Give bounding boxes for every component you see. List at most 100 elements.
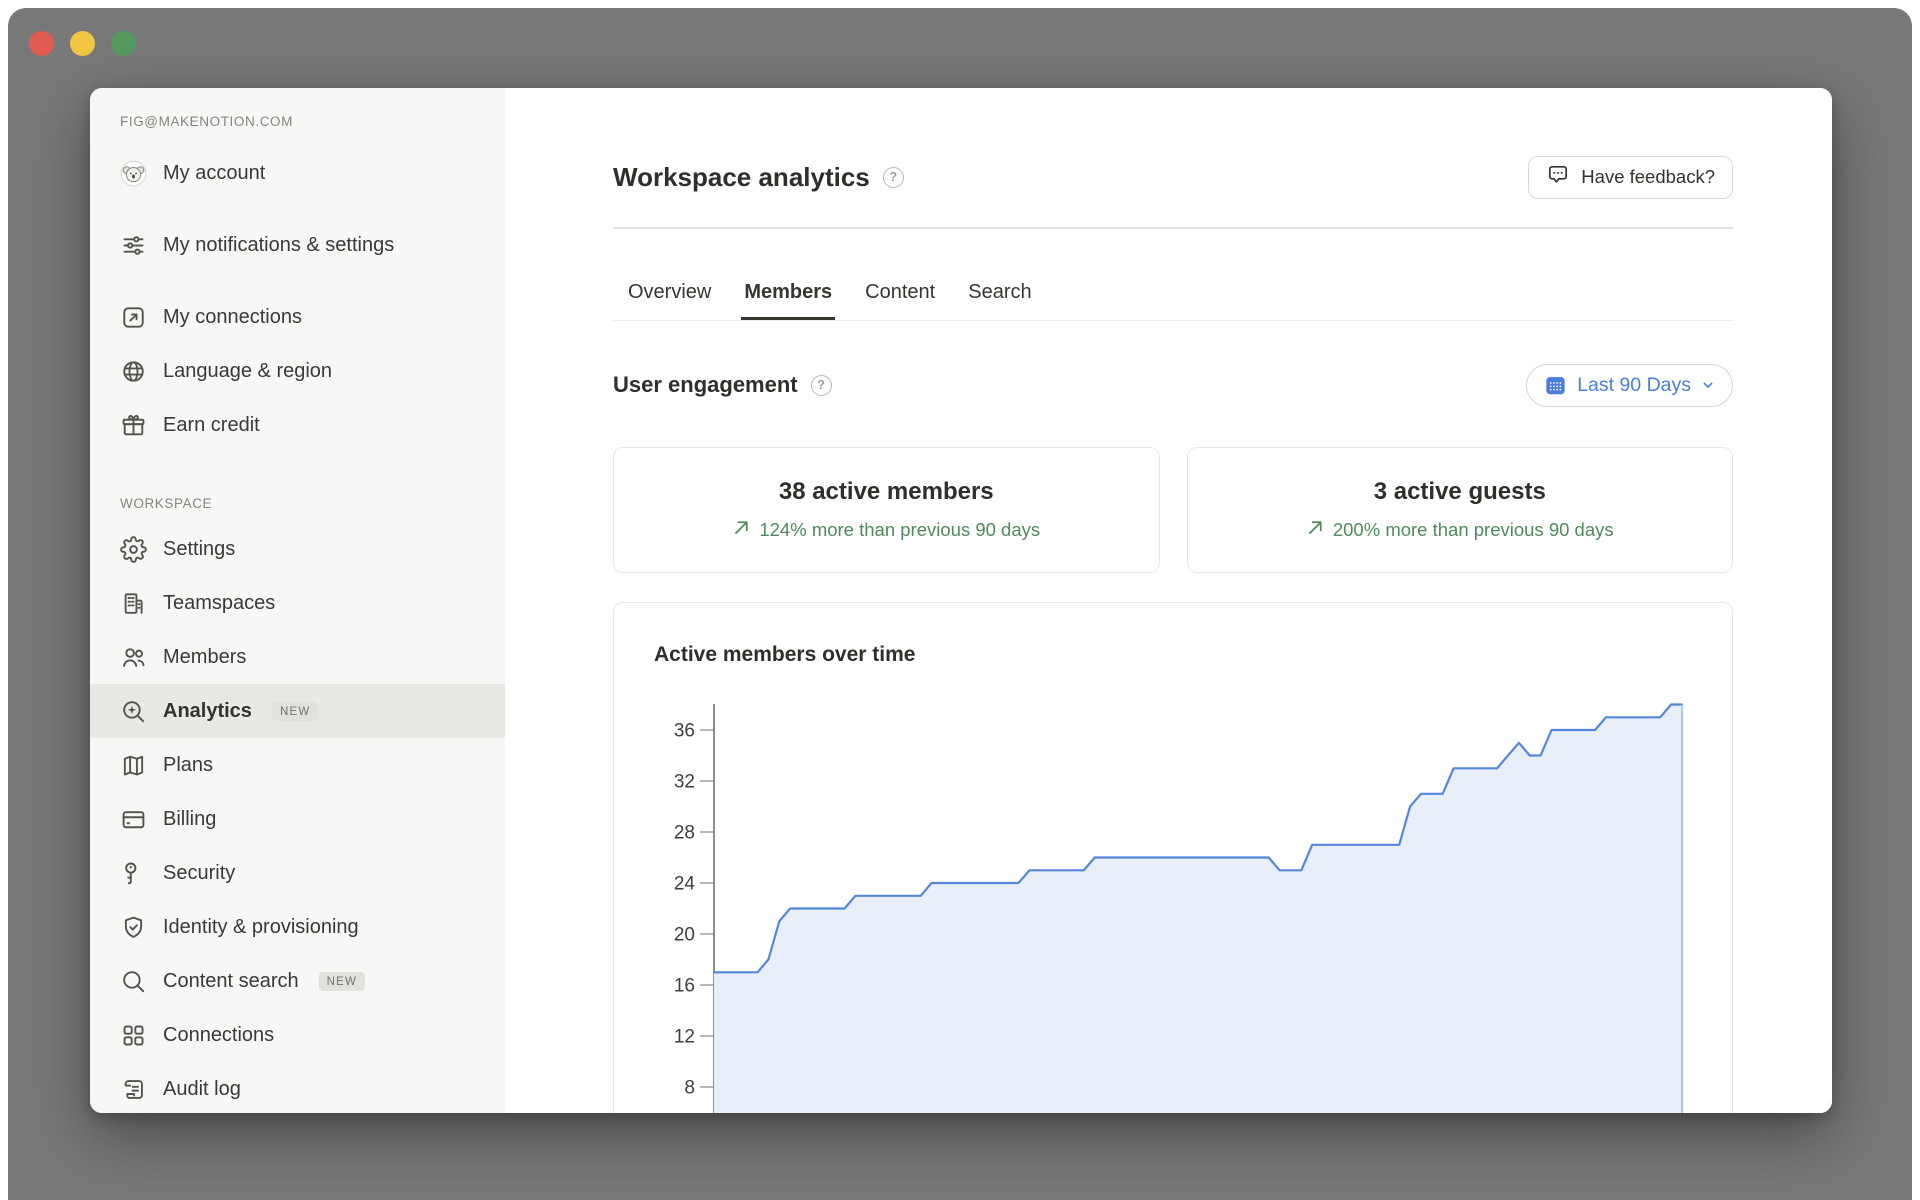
arrow-out-icon <box>120 304 147 331</box>
sidebar-item-my-notifications-settings[interactable]: My notifications & settings <box>90 200 505 290</box>
sidebar-item-audit-log[interactable]: Audit log <box>90 1062 505 1113</box>
svg-text:24: 24 <box>674 874 696 895</box>
sidebar-item-analytics[interactable]: Analytics NEW <box>90 684 505 738</box>
chevron-down-icon <box>1700 377 1716 393</box>
sidebar-item-billing[interactable]: Billing <box>90 792 505 846</box>
sidebar-item-plans[interactable]: Plans <box>90 738 505 792</box>
active-guests-delta: 200% more than previous 90 days <box>1306 518 1614 542</box>
sidebar-item-label: My connections <box>163 304 302 330</box>
page-title: Workspace analytics <box>613 162 870 193</box>
have-feedback-button[interactable]: Have feedback? <box>1528 156 1733 199</box>
zoom-button[interactable] <box>111 31 136 56</box>
settings-sidebar: FIG@MAKENOTION.COM My accountMy notifica… <box>90 88 505 1113</box>
sidebar-item-label: Audit log <box>163 1076 241 1102</box>
sidebar-item-teamspaces[interactable]: Teamspaces <box>90 576 505 630</box>
help-icon[interactable]: ? <box>811 375 832 396</box>
map-icon <box>120 752 147 779</box>
close-button[interactable] <box>29 31 54 56</box>
active-members-value: 38 active members <box>779 478 994 506</box>
sidebar-item-security[interactable]: Security <box>90 846 505 900</box>
sidebar-item-connections[interactable]: Connections <box>90 1008 505 1062</box>
active-members-card: 38 active members 124% more than previou… <box>613 447 1160 573</box>
date-range-label: Last 90 Days <box>1577 374 1691 397</box>
analytics-tabs: Overview Members Content Search <box>613 268 1733 321</box>
window-controls <box>29 31 136 56</box>
sidebar-item-members[interactable]: Members <box>90 630 505 684</box>
sidebar-item-my-account[interactable]: My account <box>90 146 505 200</box>
sliders-icon <box>120 232 147 259</box>
new-badge: NEW <box>319 972 365 991</box>
svg-text:32: 32 <box>674 772 695 793</box>
tab-members[interactable]: Members <box>741 281 835 320</box>
sidebar-item-label: Connections <box>163 1022 274 1048</box>
grid-icon <box>120 1022 147 1049</box>
engagement-header-row: User engagement ? Last 90 Days <box>613 363 1733 407</box>
svg-text:12: 12 <box>674 1027 695 1048</box>
building-icon <box>120 590 147 617</box>
main-content: Workspace analytics ? Have feedback? Ove… <box>505 88 1832 1113</box>
koala-avatar-icon <box>120 160 147 187</box>
user-engagement-title: User engagement <box>613 372 798 398</box>
sidebar-item-label: Security <box>163 860 235 886</box>
svg-text:36: 36 <box>674 721 695 742</box>
settings-window: FIG@MAKENOTION.COM My accountMy notifica… <box>90 88 1832 1113</box>
sidebar-item-label: Analytics <box>163 698 252 724</box>
trend-up-icon <box>732 518 751 542</box>
title-wrap: Workspace analytics ? <box>613 162 904 193</box>
delta-text: 200% more than previous 90 days <box>1333 519 1614 541</box>
calendar-icon <box>1543 373 1568 398</box>
trend-up-icon <box>1306 518 1325 542</box>
workspace-section-heading: WORKSPACE <box>120 496 505 512</box>
credit-card-icon <box>120 806 147 833</box>
sidebar-item-label: My notifications & settings <box>163 232 394 258</box>
tab-content[interactable]: Content <box>862 281 938 320</box>
sidebar-item-content-search[interactable]: Content search NEW <box>90 954 505 1008</box>
svg-text:20: 20 <box>674 925 695 946</box>
help-icon[interactable]: ? <box>883 167 904 188</box>
sidebar-item-my-connections[interactable]: My connections <box>90 290 505 344</box>
sidebar-workspace-list: Settings Teamspaces Members Analytics NEW Pla… <box>90 522 505 1113</box>
sidebar-account-list: My account My notifications & settings My … <box>90 146 505 452</box>
active-members-chart-card: Active members over time 36 32 28 24 20 16 12 8 <box>613 602 1733 1113</box>
gear-icon <box>120 536 147 563</box>
sidebar-item-language-region[interactable]: Language & region <box>90 344 505 398</box>
minimize-button[interactable] <box>70 31 95 56</box>
scroll-icon <box>120 1076 147 1103</box>
sidebar-item-label: Language & region <box>163 358 332 384</box>
sidebar-item-label: Teamspaces <box>163 590 275 616</box>
people-icon <box>120 644 147 671</box>
svg-text:16: 16 <box>674 976 695 997</box>
active-guests-card: 3 active guests 200% more than previous … <box>1187 447 1734 573</box>
desktop-background: FIG@MAKENOTION.COM My accountMy notifica… <box>8 8 1912 1200</box>
chart-title: Active members over time <box>654 643 915 667</box>
members-chart: 36 32 28 24 20 16 12 8 <box>652 696 1696 1113</box>
sidebar-item-label: Plans <box>163 752 213 778</box>
have-feedback-label: Have feedback? <box>1581 166 1715 188</box>
gift-icon <box>120 412 147 439</box>
engagement-title-wrap: User engagement ? <box>613 372 832 398</box>
tab-overview[interactable]: Overview <box>625 281 714 320</box>
sidebar-item-identity-provisioning[interactable]: Identity & provisioning <box>90 900 505 954</box>
sidebar-item-label: Settings <box>163 536 235 562</box>
globe-icon <box>120 358 147 385</box>
magnifier-sparkle-icon <box>120 698 147 725</box>
sidebar-item-earn-credit[interactable]: Earn credit <box>90 398 505 452</box>
svg-text:8: 8 <box>684 1078 695 1099</box>
sidebar-item-settings[interactable]: Settings <box>90 522 505 576</box>
magnifier-icon <box>120 968 147 995</box>
tab-search[interactable]: Search <box>965 281 1034 320</box>
active-guests-value: 3 active guests <box>1374 478 1546 506</box>
header-divider <box>613 227 1733 229</box>
sidebar-item-label: Billing <box>163 806 216 832</box>
sidebar-item-label: Content search <box>163 968 299 994</box>
shield-check-icon <box>120 914 147 941</box>
main-header: Workspace analytics ? Have feedback? <box>613 155 1733 199</box>
new-badge: NEW <box>272 702 318 721</box>
sidebar-item-label: Earn credit <box>163 412 260 438</box>
svg-text:28: 28 <box>674 823 695 844</box>
active-members-delta: 124% more than previous 90 days <box>732 518 1040 542</box>
date-range-filter[interactable]: Last 90 Days <box>1526 364 1733 407</box>
sidebar-item-label: Members <box>163 644 246 670</box>
sidebar-item-label: My account <box>163 160 265 186</box>
sidebar-item-label: Identity & provisioning <box>163 914 359 940</box>
